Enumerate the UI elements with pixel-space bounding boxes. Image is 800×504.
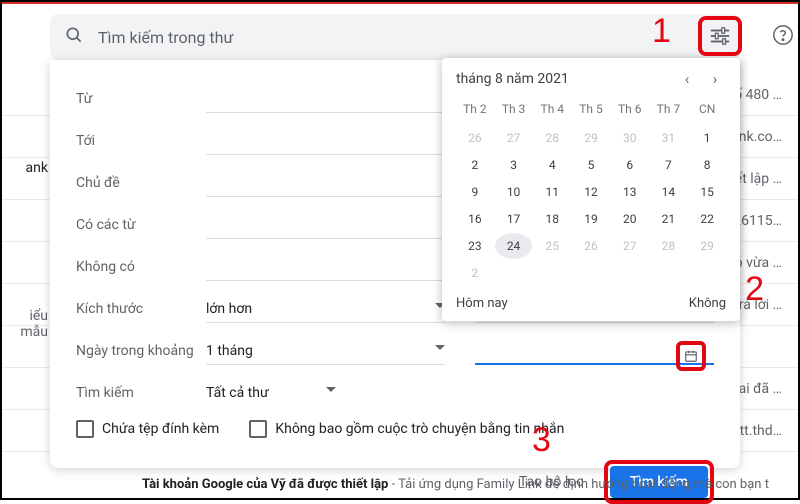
search-placeholder: Tìm kiếm trong thư [98, 28, 726, 47]
chevron-down-icon [435, 345, 445, 350]
calendar-today-button[interactable]: Hôm nay [456, 296, 508, 311]
date-range-select[interactable]: 1 tháng [206, 337, 445, 365]
search-bar[interactable]: Tìm kiếm trong thư [50, 14, 740, 60]
calendar-icon[interactable] [676, 341, 706, 371]
calendar-day[interactable]: 8 [688, 152, 726, 178]
calendar-grid: Th 2Th 3Th 4Th 5Th 6Th 7CN26272829303112… [456, 96, 726, 286]
calendar-day[interactable]: 29 [688, 233, 726, 259]
calendar-day[interactable]: 12 [572, 179, 610, 205]
calendar-day[interactable]: 7 [650, 152, 688, 178]
calendar-day[interactable]: 30 [611, 125, 649, 151]
calendar-day[interactable]: 1 [688, 125, 726, 151]
chevron-down-icon [326, 387, 336, 392]
calendar-day[interactable]: 26 [572, 233, 610, 259]
calendar-day[interactable]: 5 [572, 152, 610, 178]
size-operator-select[interactable]: lớn hơn [206, 295, 445, 323]
date-range-value: 1 tháng [206, 343, 253, 359]
calendar-day[interactable]: 2 [456, 260, 494, 286]
size-label: Kích thước [76, 301, 206, 317]
calendar-dow: CN [688, 96, 726, 124]
calendar-day[interactable]: 13 [611, 179, 649, 205]
calendar-dow: Th 4 [533, 96, 571, 124]
annotation-3: 3 [532, 421, 551, 460]
calendar-next-button[interactable]: › [704, 70, 726, 88]
doesnt-have-label: Không có [76, 259, 206, 275]
bottom-email-line: Tài khoản Google của Vỹ đã được thiết lậ… [142, 477, 778, 492]
left-cut-text: iểu mẫu [2, 308, 48, 340]
calendar-day [572, 260, 610, 286]
calendar-day [533, 260, 571, 286]
calendar-title: tháng 8 năm 2021 [456, 71, 569, 87]
calendar-day [688, 260, 726, 286]
from-label: Từ [76, 91, 206, 107]
date-picker-field[interactable] [475, 337, 714, 365]
calendar-day[interactable]: 17 [495, 206, 533, 232]
bottom-bold: Tài khoản Google của Vỹ đã được thiết lậ… [142, 477, 388, 492]
bottom-rest: - Tải ứng dụng Family Link để định hướng… [388, 477, 769, 492]
calendar-day[interactable]: 15 [688, 179, 726, 205]
calendar-day[interactable]: 9 [456, 179, 494, 205]
calendar-day[interactable]: 29 [572, 125, 610, 151]
size-operator-value: lớn hơn [206, 301, 252, 317]
calendar-dow: Th 7 [650, 96, 688, 124]
search-icon [64, 25, 84, 49]
calendar-day[interactable]: 24 [495, 233, 533, 259]
search-options-button[interactable] [698, 16, 742, 56]
calendar-day[interactable]: 10 [495, 179, 533, 205]
subject-label: Chủ đề [76, 175, 206, 191]
calendar-dow: Th 3 [495, 96, 533, 124]
calendar-day[interactable]: 4 [533, 152, 571, 178]
checkbox-icon [76, 420, 94, 438]
calendar-day[interactable]: 21 [650, 206, 688, 232]
search-in-label: Tìm kiếm [76, 385, 206, 401]
checkbox-icon [249, 420, 267, 438]
calendar-dow: Th 5 [572, 96, 610, 124]
has-attachment-checkbox[interactable]: Chứa tệp đính kèm [76, 420, 219, 438]
annotation-2: 2 [745, 270, 764, 309]
annotation-1: 1 [652, 12, 671, 51]
calendar-day[interactable]: 6 [611, 152, 649, 178]
help-icon[interactable] [772, 24, 794, 51]
calendar-popover: tháng 8 năm 2021 ‹ › Th 2Th 3Th 4Th 5Th … [442, 58, 740, 321]
calendar-day[interactable]: 22 [688, 206, 726, 232]
calendar-day [650, 260, 688, 286]
calendar-none-button[interactable]: Không [689, 296, 726, 311]
calendar-day[interactable]: 18 [533, 206, 571, 232]
calendar-day[interactable]: 14 [650, 179, 688, 205]
left-cut-text: ank [2, 160, 48, 176]
calendar-day[interactable]: 11 [533, 179, 571, 205]
calendar-day[interactable]: 23 [456, 233, 494, 259]
calendar-dow: Th 6 [611, 96, 649, 124]
calendar-prev-button[interactable]: ‹ [676, 70, 698, 88]
window-top-border [2, 2, 798, 4]
calendar-day[interactable]: 28 [650, 233, 688, 259]
calendar-day[interactable]: 27 [495, 125, 533, 151]
calendar-day[interactable]: 20 [611, 206, 649, 232]
calendar-day[interactable]: 16 [456, 206, 494, 232]
has-words-label: Có các từ [76, 217, 206, 233]
exclude-chats-checkbox[interactable]: Không bao gồm cuộc trò chuyện bằng tin n… [249, 420, 564, 438]
calendar-day[interactable]: 2 [456, 152, 494, 178]
calendar-day[interactable]: 25 [533, 233, 571, 259]
to-label: Tới [76, 133, 206, 149]
calendar-day [611, 260, 649, 286]
calendar-day[interactable]: 26 [456, 125, 494, 151]
calendar-day[interactable]: 3 [495, 152, 533, 178]
calendar-day[interactable]: 31 [650, 125, 688, 151]
calendar-day[interactable]: 28 [533, 125, 571, 151]
calendar-day [495, 260, 533, 286]
calendar-dow: Th 2 [456, 96, 494, 124]
search-in-value: Tất cả thư [206, 385, 269, 401]
date-range-label: Ngày trong khoảng [76, 343, 206, 359]
exclude-chats-label: Không bao gồm cuộc trò chuyện bằng tin n… [275, 421, 564, 437]
search-in-select[interactable]: Tất cả thư [206, 379, 714, 407]
has-attachment-label: Chứa tệp đính kèm [102, 421, 219, 437]
calendar-day[interactable]: 19 [572, 206, 610, 232]
calendar-day[interactable]: 27 [611, 233, 649, 259]
